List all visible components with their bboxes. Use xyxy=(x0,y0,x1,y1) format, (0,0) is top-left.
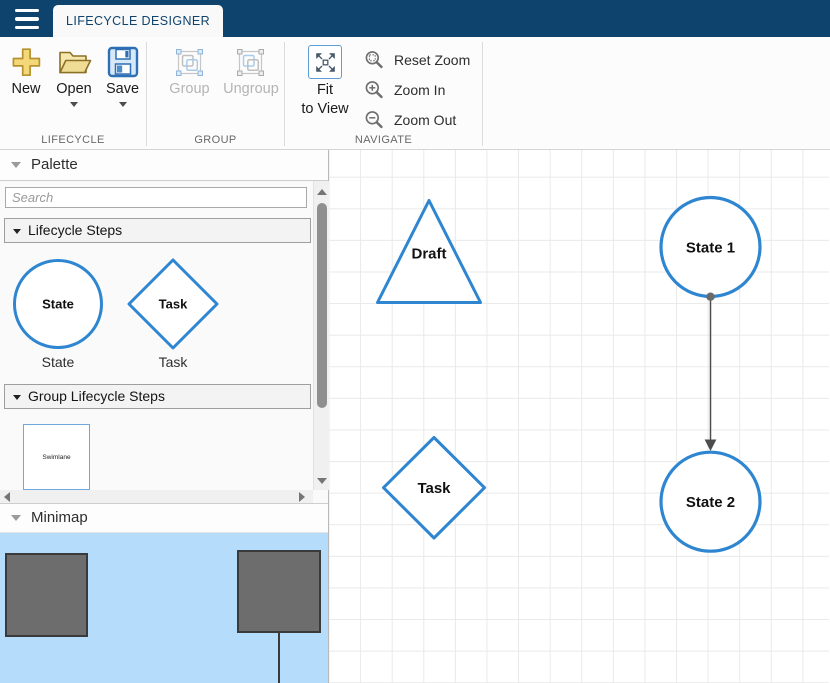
hamburger-bar xyxy=(15,17,39,20)
section-label: Lifecycle Steps xyxy=(28,222,122,238)
node-task-diamond[interactable]: Task xyxy=(384,438,485,539)
save-button-label: Save xyxy=(106,81,139,97)
group-icon xyxy=(174,44,205,80)
task-diamond-shape: Task xyxy=(126,257,220,351)
new-button-label: New xyxy=(11,81,40,97)
group-caption-navigate: NAVIGATE xyxy=(285,134,482,146)
zoom-out-button[interactable]: Zoom Out xyxy=(364,105,470,135)
minimap-shape-block xyxy=(237,550,321,633)
section-caret-icon[interactable] xyxy=(13,395,21,404)
reset-zoom-label: Reset Zoom xyxy=(394,52,470,68)
group-button[interactable]: Group xyxy=(161,44,218,107)
fit-to-view-icon xyxy=(308,45,342,79)
open-dropdown-caret-icon[interactable] xyxy=(70,102,78,111)
svg-text:State: State xyxy=(42,297,74,312)
group-caption-lifecycle: LIFECYCLE xyxy=(0,134,146,146)
zoom-out-label: Zoom Out xyxy=(394,112,456,128)
vertical-scroll-thumb[interactable] xyxy=(317,203,327,408)
section-header-group-lifecycle-steps[interactable]: Group Lifecycle Steps xyxy=(4,384,311,409)
hamburger-menu-button[interactable] xyxy=(15,9,45,29)
palette-item-state[interactable]: State State xyxy=(11,257,105,370)
edge-arrowhead-icon xyxy=(705,440,717,452)
toolbar-group-group: Group Un xyxy=(147,37,284,149)
scroll-right-arrow-icon[interactable] xyxy=(299,492,305,502)
node-state1-circle[interactable]: State 1 xyxy=(661,198,760,297)
open-folder-icon xyxy=(57,44,92,80)
palette-title: Palette xyxy=(31,156,78,173)
palette-vertical-scrollbar[interactable] xyxy=(313,181,329,490)
open-button[interactable]: Open xyxy=(49,44,99,111)
svg-text:Task: Task xyxy=(159,297,188,312)
reset-zoom-button[interactable]: Reset Zoom xyxy=(364,45,470,75)
save-button[interactable]: Save xyxy=(99,44,146,111)
palette-item-task[interactable]: Task Task xyxy=(126,257,220,370)
swimlane-label: Swimlane xyxy=(42,454,70,461)
fit-to-view-button[interactable]: Fitto View xyxy=(300,45,350,135)
node-draft-triangle[interactable]: Draft xyxy=(378,201,481,303)
minimap-panel-header[interactable]: Minimap xyxy=(0,503,328,533)
zoom-in-icon xyxy=(364,80,384,100)
minimap-title: Minimap xyxy=(31,509,88,526)
minimap-view[interactable] xyxy=(0,533,328,683)
reset-zoom-icon xyxy=(364,50,384,70)
zoom-controls: Reset Zoom Zoom In xyxy=(364,45,470,135)
section-caret-icon[interactable] xyxy=(13,229,21,238)
sidebar: Palette Lifecycle Steps State State xyxy=(0,150,329,683)
palette-body: Lifecycle Steps State State Task Task xyxy=(0,181,328,503)
section-header-lifecycle-steps[interactable]: Lifecycle Steps xyxy=(4,218,311,243)
scroll-up-arrow-icon[interactable] xyxy=(317,189,327,195)
zoom-in-button[interactable]: Zoom In xyxy=(364,75,470,105)
scroll-left-arrow-icon[interactable] xyxy=(4,492,10,502)
toolbar-group-lifecycle: New Open xyxy=(0,37,146,149)
toolbar-ribbon: New Open xyxy=(0,37,830,150)
toolbar-separator xyxy=(482,42,483,146)
hamburger-bar xyxy=(15,26,39,29)
svg-text:State 1: State 1 xyxy=(686,239,735,256)
hamburger-bar xyxy=(15,9,39,12)
zoom-in-label: Zoom In xyxy=(394,82,445,98)
save-dropdown-caret-icon[interactable] xyxy=(119,102,127,111)
lifecycle-designer-app: LIFECYCLE DESIGNER New xyxy=(0,0,830,683)
new-button[interactable]: New xyxy=(3,44,49,111)
edge-state1-to-state2[interactable] xyxy=(705,293,717,452)
zoom-out-icon xyxy=(364,110,384,130)
palette-horizontal-scrollbar[interactable] xyxy=(0,490,313,503)
ungroup-icon xyxy=(235,44,266,80)
palette-panel-header[interactable]: Palette xyxy=(0,150,328,181)
collapse-caret-icon[interactable] xyxy=(11,515,21,526)
diagram-canvas[interactable]: Draft State 1 Task xyxy=(329,150,829,683)
group-button-label: Group xyxy=(169,81,209,97)
titlebar: LIFECYCLE DESIGNER xyxy=(0,0,830,37)
tab-label: LIFECYCLE DESIGNER xyxy=(66,14,210,28)
minimap-edge-line xyxy=(278,633,280,683)
ungroup-button-label: Ungroup xyxy=(223,81,279,97)
ungroup-button[interactable]: Ungroup xyxy=(218,44,284,107)
new-plus-icon xyxy=(10,44,43,80)
svg-text:Task: Task xyxy=(417,480,451,497)
open-button-label: Open xyxy=(56,81,91,97)
minimap-shape-block xyxy=(5,553,88,637)
save-floppy-icon xyxy=(107,44,139,80)
node-state2-circle[interactable]: State 2 xyxy=(661,452,760,551)
fit-to-view-label: Fitto View xyxy=(301,81,348,119)
palette-search-input[interactable] xyxy=(5,187,307,208)
toolbar-group-navigate: Fitto View Reset Zoom xyxy=(285,37,482,149)
group-caption-group: GROUP xyxy=(147,134,284,146)
palette-item-label: State xyxy=(42,354,75,370)
collapse-caret-icon[interactable] xyxy=(11,162,21,173)
state-circle-shape: State xyxy=(11,257,105,351)
section-label: Group Lifecycle Steps xyxy=(28,388,165,404)
scroll-down-arrow-icon[interactable] xyxy=(317,478,327,484)
svg-text:State 2: State 2 xyxy=(686,494,735,511)
palette-item-label: Task xyxy=(159,354,188,370)
palette-item-swimlane[interactable]: Swimlane xyxy=(23,424,90,490)
tab-lifecycle-designer[interactable]: LIFECYCLE DESIGNER xyxy=(53,5,223,37)
svg-text:Draft: Draft xyxy=(411,245,446,262)
edge-source-dot xyxy=(706,293,714,301)
